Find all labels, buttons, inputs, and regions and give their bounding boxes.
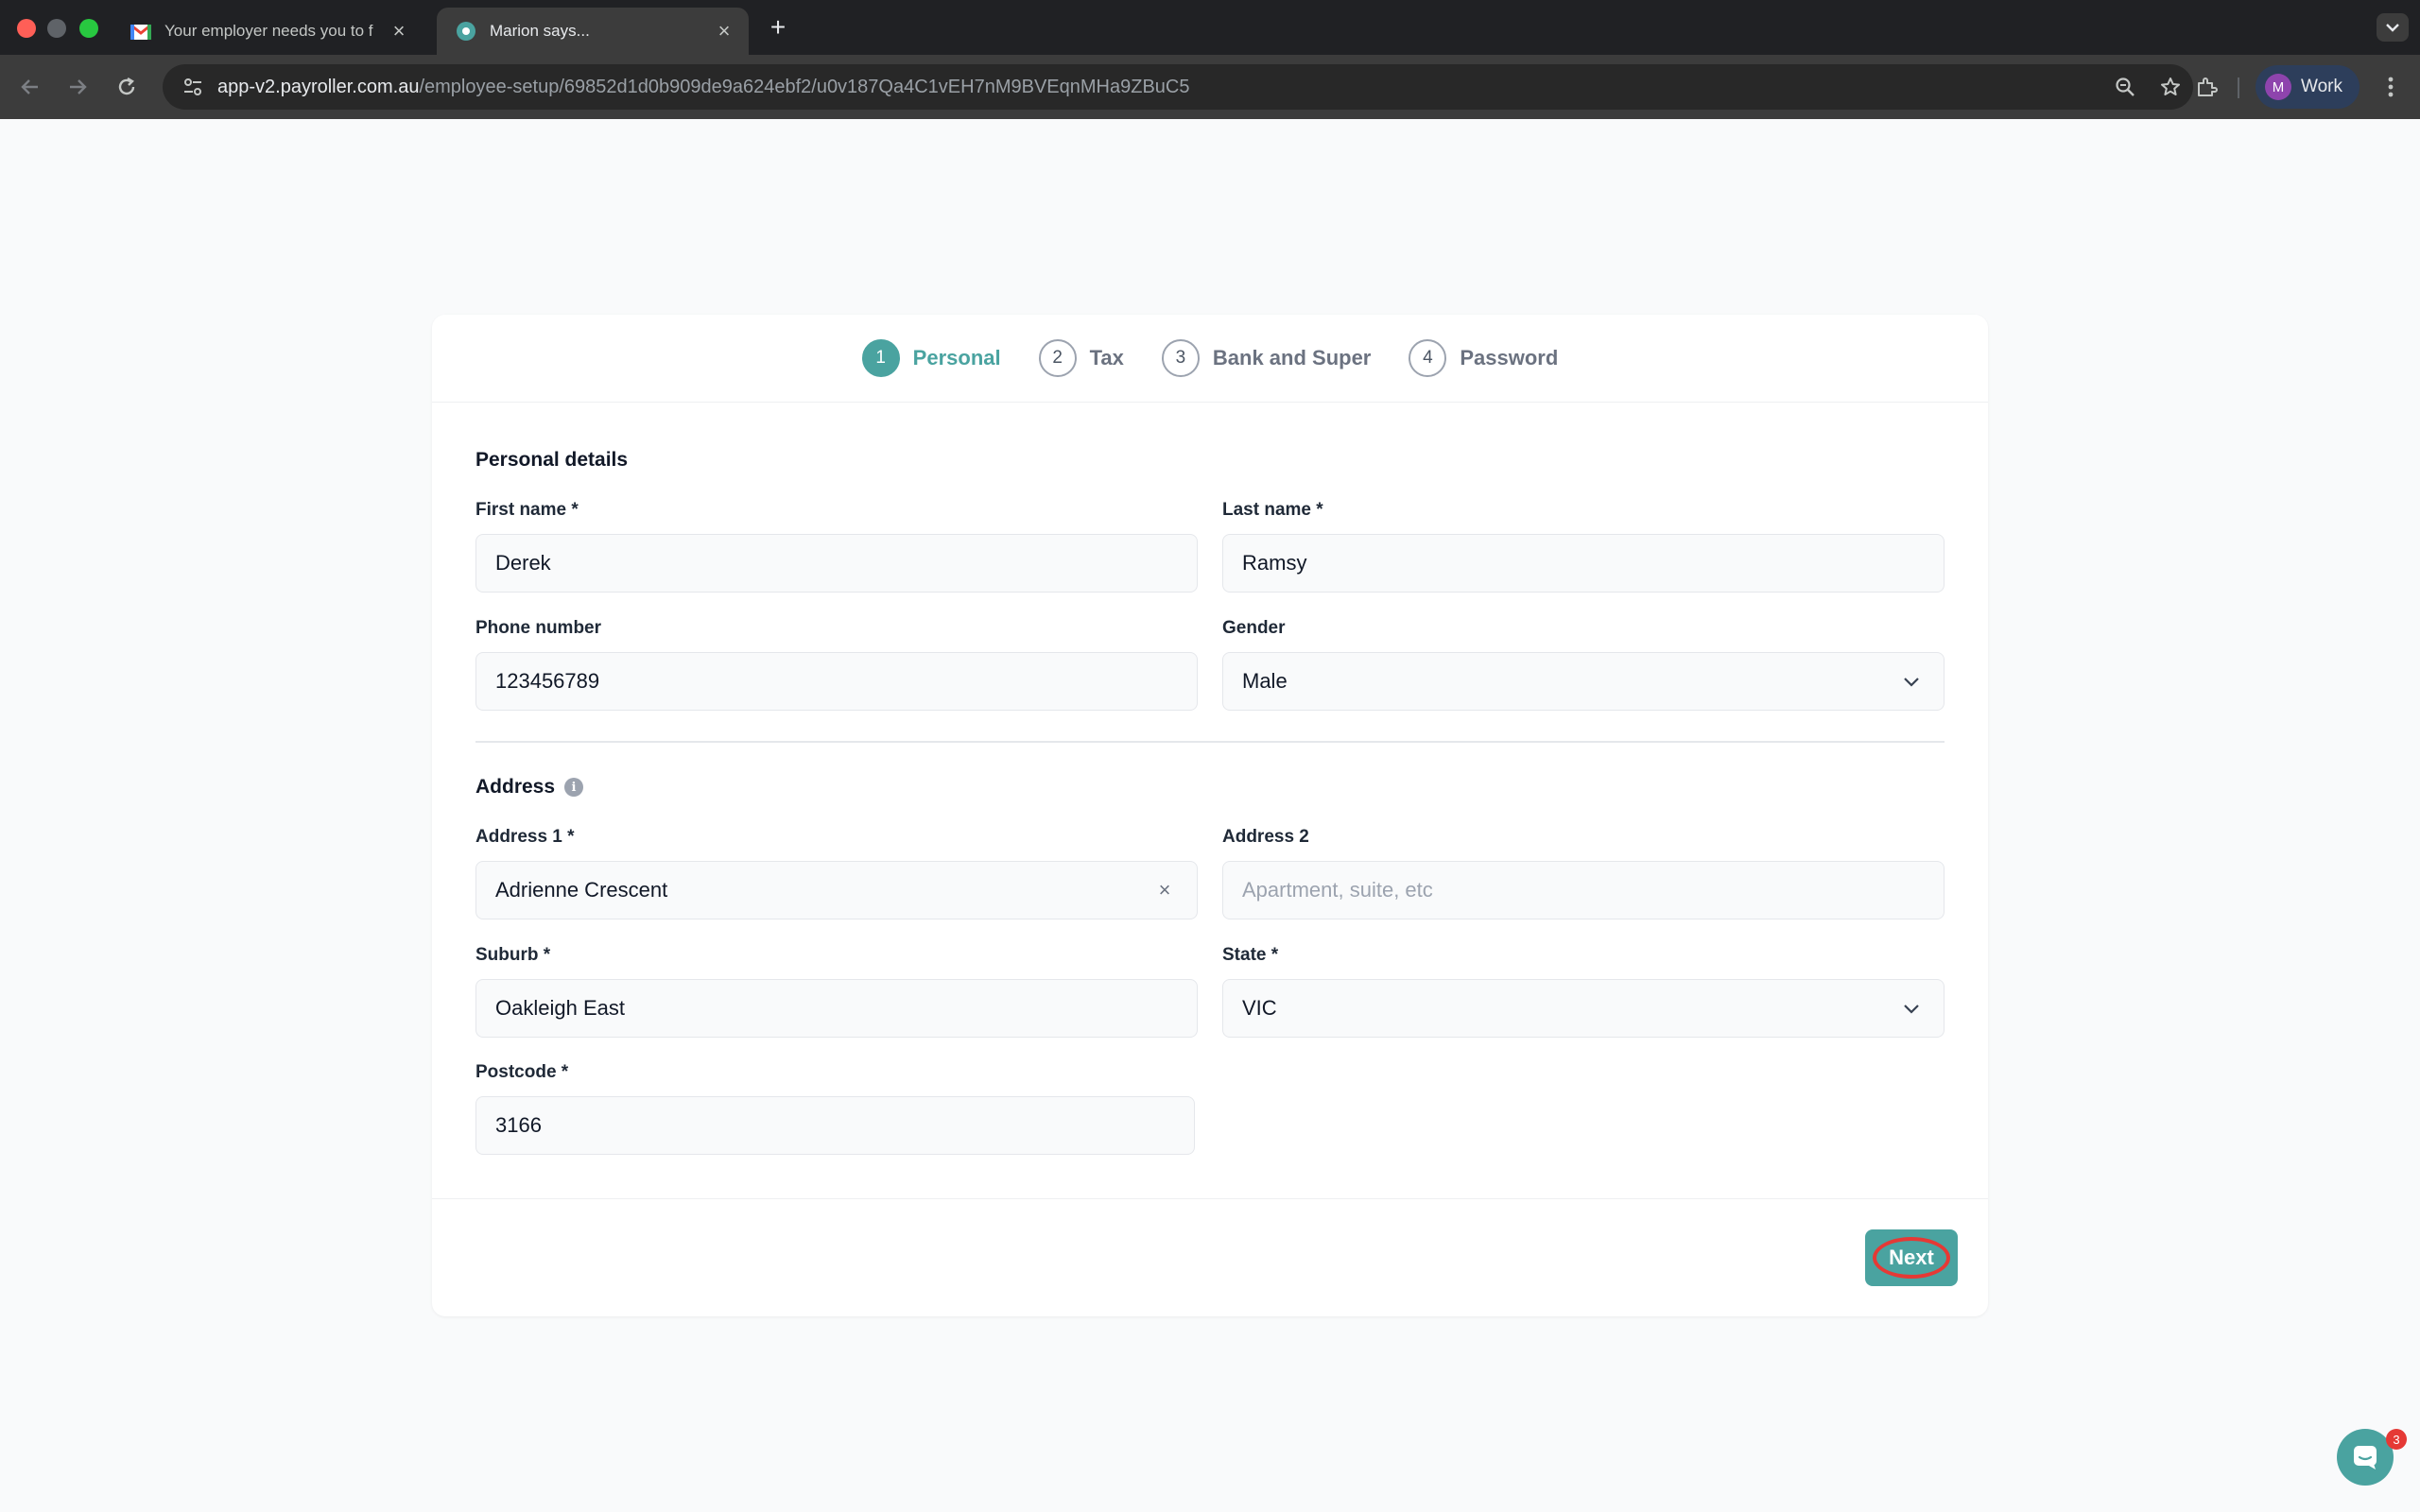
footer-divider: [432, 1198, 1988, 1199]
suburb-value: Oakleigh East: [495, 996, 625, 1020]
reload-button[interactable]: [108, 68, 146, 106]
phone-number-value: 123456789: [495, 669, 600, 693]
step-number: 4: [1409, 339, 1447, 377]
browser-menu-button[interactable]: [2375, 68, 2407, 106]
site-info-icon[interactable]: [180, 74, 206, 100]
address-1-label: Address 1 *: [475, 827, 575, 847]
step-bank-and-super[interactable]: 3 Bank and Super: [1161, 339, 1372, 377]
zoom-icon[interactable]: [2102, 64, 2148, 110]
address-bar[interactable]: app-v2.payroller.com.au/employee-setup/6…: [163, 64, 2193, 110]
minimize-window-button[interactable]: [47, 19, 66, 38]
employee-setup-card: 1 Personal 2 Tax 3 Bank and Super 4 Pass…: [432, 315, 1988, 1316]
browser-tab-payroller[interactable]: Marion says... ×: [437, 8, 749, 55]
last-name-label: Last name *: [1222, 500, 1323, 520]
step-label: Personal: [912, 346, 1001, 369]
close-window-button[interactable]: [17, 19, 36, 38]
address-2-label: Address 2: [1222, 827, 1309, 847]
arrow-left-icon: [21, 79, 38, 94]
postcode-label: Postcode *: [475, 1062, 569, 1082]
state-value: VIC: [1242, 996, 1277, 1020]
address-1-input[interactable]: Adrienne Crescent ×: [475, 861, 1198, 919]
arrow-right-icon: [70, 79, 87, 94]
maximize-window-button[interactable]: [79, 19, 98, 38]
step-label: Password: [1460, 346, 1559, 369]
first-name-value: Derek: [495, 551, 551, 575]
step-number: 3: [1161, 339, 1200, 377]
step-number: 2: [1038, 339, 1077, 377]
chat-launcher-button[interactable]: [2337, 1429, 2394, 1486]
extensions-icon[interactable]: [2187, 68, 2225, 106]
tab-title: Your employer needs you to f: [164, 22, 373, 40]
gender-value: Male: [1242, 669, 1288, 693]
chevron-down-icon: [1898, 668, 1925, 695]
chevron-down-icon: [1898, 995, 1925, 1022]
last-name-value: Ramsy: [1242, 551, 1307, 575]
new-tab-button[interactable]: +: [764, 11, 792, 43]
toolbar-separator: [2238, 77, 2239, 98]
suburb-label: Suburb *: [475, 945, 551, 965]
reload-icon: [118, 77, 135, 95]
personal-details-title: Personal details: [475, 449, 629, 471]
chat-icon: [2354, 1446, 2377, 1469]
section-divider: [475, 741, 1945, 743]
payroller-icon: [456, 21, 476, 42]
step-label: Tax: [1089, 346, 1124, 369]
avatar: M: [2265, 74, 2291, 100]
highlight-ring: [1873, 1237, 1950, 1279]
bookmark-star-icon[interactable]: [2148, 64, 2193, 110]
address-2-placeholder: Apartment, suite, etc: [1242, 878, 1433, 902]
close-icon[interactable]: ×: [388, 19, 410, 43]
tab-search-button[interactable]: [2377, 13, 2409, 42]
profile-button[interactable]: M Work: [2256, 65, 2360, 109]
url-path: /employee-setup/69852d1d0b909de9a624ebf2…: [419, 76, 1190, 97]
chevron-down-icon: [2386, 24, 2399, 32]
last-name-input[interactable]: Ramsy: [1222, 534, 1945, 593]
address-2-input[interactable]: Apartment, suite, etc: [1222, 861, 1945, 919]
step-personal[interactable]: 1 Personal: [861, 339, 1001, 377]
step-password[interactable]: 4 Password: [1409, 339, 1558, 377]
close-icon[interactable]: ×: [713, 19, 735, 43]
next-button[interactable]: Next: [1865, 1229, 1958, 1286]
phone-number-input[interactable]: 123456789: [475, 652, 1198, 711]
info-icon[interactable]: i: [564, 778, 583, 797]
postcode-input[interactable]: 3166: [475, 1096, 1195, 1155]
url-host: app-v2.payroller.com.au: [217, 76, 420, 97]
step-label: Bank and Super: [1212, 346, 1372, 369]
tab-title: Marion says...: [490, 22, 590, 40]
postcode-value: 3166: [495, 1113, 542, 1137]
browser-tab-gmail[interactable]: Your employer needs you to f ×: [112, 8, 424, 55]
gmail-icon: [130, 21, 151, 42]
address-1-value: Adrienne Crescent: [495, 878, 668, 902]
forward-button[interactable]: [59, 68, 96, 106]
step-number: 1: [861, 339, 900, 377]
browser-toolbar: app-v2.payroller.com.au/employee-setup/6…: [0, 55, 2420, 119]
url-text[interactable]: app-v2.payroller.com.au/employee-setup/6…: [217, 77, 1189, 98]
notification-badge: 3: [2386, 1429, 2407, 1450]
address-title: Address: [475, 776, 556, 798]
state-select[interactable]: VIC: [1222, 979, 1945, 1038]
browser-tab-bar: Your employer needs you to f × Marion sa…: [0, 0, 2420, 55]
suburb-input[interactable]: Oakleigh East: [475, 979, 1198, 1038]
gender-select[interactable]: Male: [1222, 652, 1945, 711]
step-tax[interactable]: 2 Tax: [1038, 339, 1124, 377]
first-name-label: First name *: [475, 500, 579, 520]
profile-name: Work: [2301, 77, 2342, 96]
first-name-input[interactable]: Derek: [475, 534, 1198, 593]
state-label: State *: [1222, 945, 1279, 965]
back-button[interactable]: [11, 68, 49, 106]
gender-label: Gender: [1222, 618, 1286, 638]
setup-stepper: 1 Personal 2 Tax 3 Bank and Super 4 Pass…: [432, 315, 1988, 403]
more-vertical-icon: [2388, 77, 2394, 97]
clear-icon[interactable]: ×: [1151, 877, 1178, 903]
phone-number-label: Phone number: [475, 618, 602, 638]
